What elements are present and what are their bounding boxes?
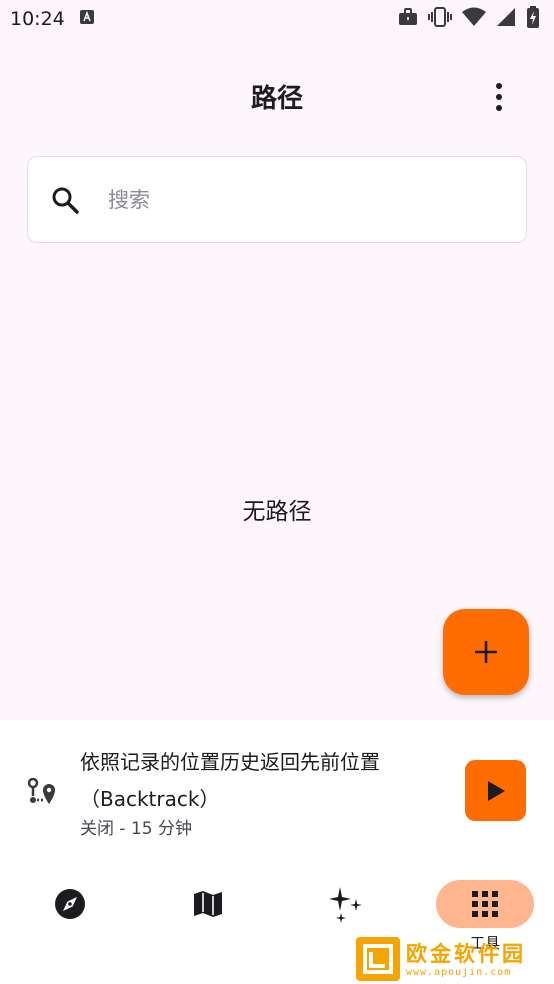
- search-bar[interactable]: [27, 156, 527, 243]
- signal-icon: [496, 7, 516, 31]
- briefcase-icon: [398, 8, 418, 30]
- empty-state-text: 无路径: [242, 499, 312, 525]
- status-bar: 10:24: [0, 0, 554, 38]
- watermark: 欧金软件园 www.apoujin.com: [356, 936, 552, 982]
- status-time: 10:24: [10, 8, 65, 30]
- battery-charging-icon: [526, 6, 540, 32]
- nav-map[interactable]: [158, 870, 258, 984]
- watermark-title: 欧金软件园: [406, 941, 526, 966]
- route-icon: [27, 777, 55, 804]
- app-bar: 路径: [0, 60, 554, 132]
- nav-icon-container: [297, 880, 395, 928]
- keyboard-a-icon: [79, 9, 95, 29]
- nav-icon-container: [436, 880, 534, 928]
- compass-icon: [55, 889, 85, 919]
- wifi-icon: [462, 7, 486, 31]
- search-icon: [52, 187, 79, 214]
- backtrack-title: 依照记录的位置历史返回先前位置（Backtrack）: [80, 750, 380, 811]
- add-route-button[interactable]: [443, 609, 529, 695]
- backtrack-play-button[interactable]: [465, 760, 526, 821]
- nav-icon-container: [159, 880, 257, 928]
- grid-icon: [472, 891, 498, 917]
- page-title: 路径: [250, 83, 303, 114]
- more-options-button[interactable]: [484, 80, 514, 114]
- search-input[interactable]: [108, 187, 488, 212]
- backtrack-row[interactable]: 依照记录的位置历史返回先前位置（Backtrack） 关闭 - 15 分钟: [0, 720, 554, 860]
- more-vert-icon: [496, 83, 502, 111]
- plus-icon: [475, 641, 497, 663]
- vibrate-icon: [428, 7, 452, 31]
- play-icon: [487, 780, 505, 801]
- watermark-url: www.apoujin.com: [406, 966, 512, 978]
- nav-icon-container: [21, 880, 119, 928]
- sparkle-icon: [329, 887, 362, 923]
- watermark-logo-icon: [356, 937, 400, 981]
- backtrack-status: 关闭 - 15 分钟: [80, 819, 192, 839]
- nav-navigate[interactable]: [20, 870, 120, 984]
- map-icon: [194, 891, 222, 917]
